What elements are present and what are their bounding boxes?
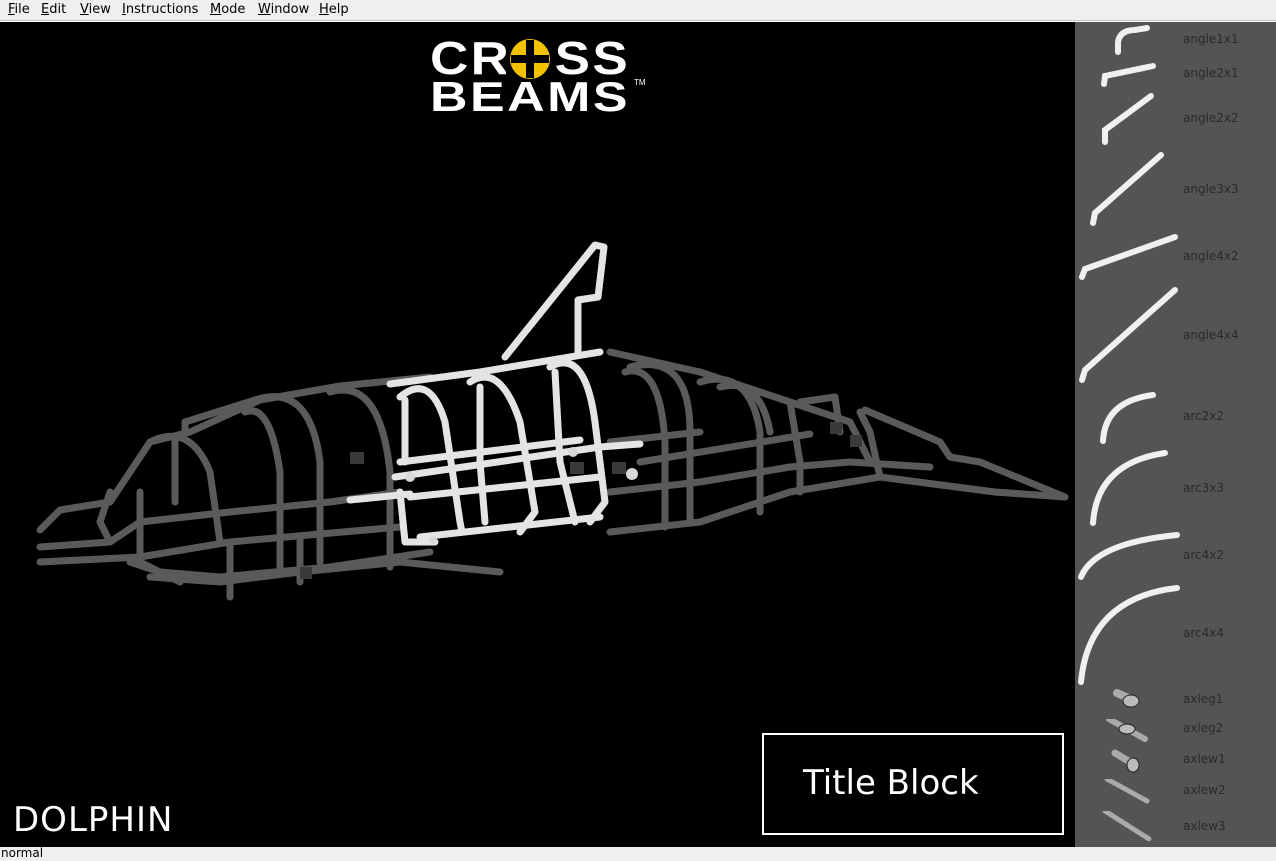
- arc-beam-icon: [1090, 450, 1168, 526]
- palette-item-axleg2[interactable]: axleg2: [1075, 719, 1276, 749]
- palette-item-arc3x3[interactable]: arc3x3: [1075, 447, 1276, 529]
- angle-beam-icon: [1079, 234, 1178, 280]
- menu-instructions[interactable]: Instructions: [122, 2, 198, 17]
- svg-text:TM: TM: [634, 78, 646, 87]
- axle-icon: [1104, 779, 1150, 804]
- axle-icon: [1111, 749, 1140, 773]
- menu-mode[interactable]: Mode: [210, 2, 245, 17]
- axle-icon: [1113, 689, 1140, 708]
- arc-beam-icon: [1078, 532, 1180, 580]
- menu-view[interactable]: View: [80, 2, 111, 17]
- model-name-label: DOLPHIN: [13, 800, 174, 840]
- palette-item-axleg1[interactable]: axleg1: [1075, 689, 1276, 719]
- dolphin-frame-highlight: [346, 241, 644, 546]
- status-bar: normal: [0, 846, 1276, 861]
- palette-item-angle4x4[interactable]: angle4x4: [1075, 282, 1276, 387]
- palette-item-arc2x2[interactable]: arc2x2: [1075, 387, 1276, 447]
- palette-item-axlew3[interactable]: axlew3: [1075, 811, 1276, 847]
- angle-beam-icon: [1079, 287, 1178, 383]
- palette-item-angle2x2[interactable]: angle2x2: [1075, 92, 1276, 147]
- 3d-viewport[interactable]: CROSS BEAMS TM: [0, 22, 1075, 847]
- angle-beam-icon: [1090, 152, 1164, 226]
- title-block[interactable]: Title Block: [762, 733, 1064, 835]
- angle-beam-icon: [1101, 63, 1156, 87]
- menu-window[interactable]: Window: [258, 2, 309, 17]
- menu-edit[interactable]: Edit: [41, 2, 66, 17]
- menu-file[interactable]: File: [8, 2, 30, 17]
- title-block-label: Title Block: [803, 763, 979, 803]
- palette-item-angle2x1[interactable]: angle2x1: [1075, 62, 1276, 92]
- palette-item-angle3x3[interactable]: angle3x3: [1075, 147, 1276, 227]
- axle-icon: [1102, 811, 1152, 842]
- arc-beam-icon: [1078, 585, 1180, 685]
- palette-item-angle1x1[interactable]: angle1x1: [1075, 22, 1276, 62]
- status-mode-text: normal: [1, 846, 44, 860]
- palette-item-arc4x4[interactable]: arc4x4: [1075, 584, 1276, 689]
- axle-icon: [1106, 719, 1148, 742]
- dolphin-model-canvas[interactable]: CROSS BEAMS TM: [0, 22, 1075, 847]
- logo-line2: BEAMS: [430, 73, 630, 120]
- palette-item-axlew2[interactable]: axlew2: [1075, 779, 1276, 811]
- parts-palette: angle1x1 angle2x1 angle2x2 angle3x3 angl…: [1075, 22, 1276, 847]
- menu-bar: File Edit View Instructions Mode Window …: [0, 0, 1276, 21]
- angle-beam-icon: [1115, 25, 1150, 55]
- angle-beam-icon: [1102, 93, 1154, 145]
- palette-item-axlew1[interactable]: axlew1: [1075, 749, 1276, 779]
- arc-beam-icon: [1100, 392, 1156, 444]
- menu-help[interactable]: Help: [319, 2, 349, 17]
- crossbeams-logo: CROSS BEAMS TM: [430, 32, 646, 120]
- palette-item-arc4x2[interactable]: arc4x2: [1075, 529, 1276, 584]
- palette-item-angle4x2[interactable]: angle4x2: [1075, 227, 1276, 282]
